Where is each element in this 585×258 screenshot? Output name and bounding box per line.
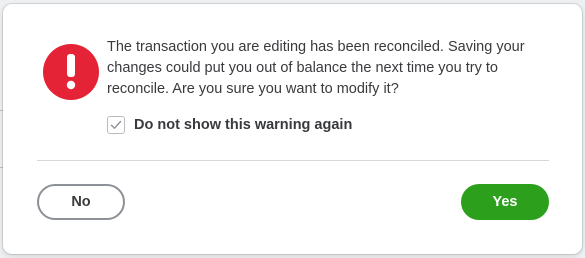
exclamation-alert-icon — [43, 44, 99, 100]
warning-message: The transaction you are editing has been… — [107, 39, 525, 97]
dialog-divider — [37, 160, 549, 161]
reconciled-warning-dialog: The transaction you are editing has been… — [3, 4, 582, 254]
checkmark-icon — [110, 120, 122, 129]
yes-button[interactable]: Yes — [461, 184, 549, 220]
no-button[interactable]: No — [37, 184, 125, 220]
dont-show-again-label[interactable]: Do not show this warning again — [134, 117, 352, 133]
dont-show-again-checkbox[interactable] — [107, 116, 125, 134]
dont-show-again-option[interactable]: Do not show this warning again — [107, 116, 352, 134]
